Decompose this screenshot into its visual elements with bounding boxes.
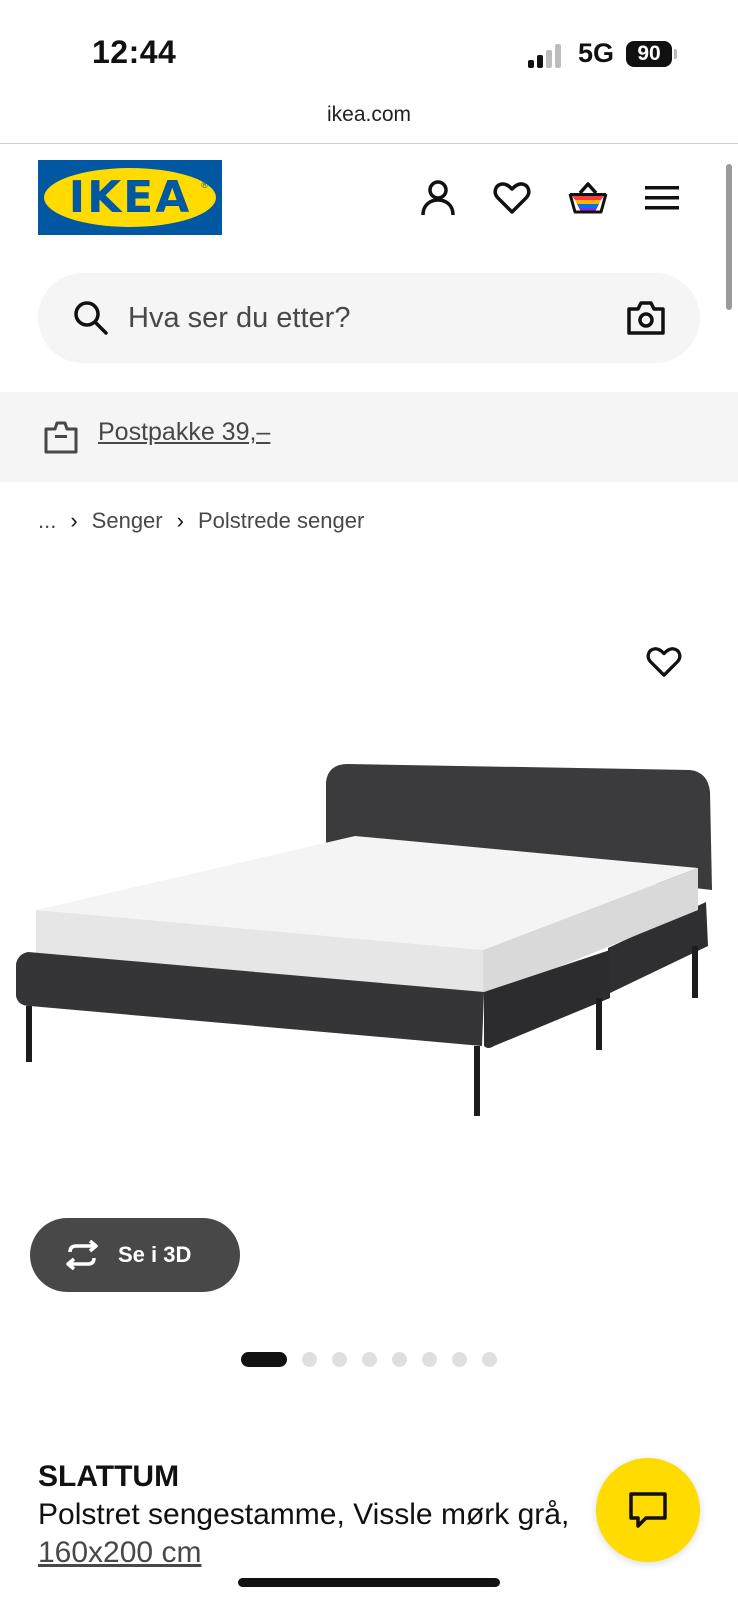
ikea-logo[interactable]: IKEA ®: [38, 160, 222, 235]
search-bar[interactable]: [38, 273, 700, 363]
chat-button[interactable]: [596, 1458, 700, 1562]
network-label: 5G: [578, 38, 615, 68]
camera-icon[interactable]: [626, 299, 666, 337]
see-in-3d-label: Se i 3D: [118, 1242, 192, 1267]
carousel-dot-8[interactable]: [482, 1352, 497, 1367]
menu-icon[interactable]: [640, 176, 684, 220]
status-bar: 12:44 5G 90: [0, 0, 738, 100]
carousel-dot-5[interactable]: [392, 1352, 407, 1367]
carousel-dot-4[interactable]: [362, 1352, 377, 1367]
shipping-link[interactable]: Postpakke 39,–: [98, 418, 270, 447]
breadcrumb-ellipsis[interactable]: ...: [38, 508, 56, 534]
scrollbar[interactable]: [726, 164, 732, 310]
status-time: 12:44: [92, 34, 177, 70]
signal-icon: [528, 44, 561, 68]
carousel-dot-7[interactable]: [452, 1352, 467, 1367]
add-to-wishlist-icon[interactable]: [642, 640, 686, 684]
carousel-dot-2[interactable]: [302, 1352, 317, 1367]
cart-icon[interactable]: [566, 176, 610, 220]
parcel-icon: [44, 421, 78, 454]
shipping-banner[interactable]: Postpakke 39,–: [0, 392, 738, 482]
rotate-3d-icon: [66, 1240, 98, 1270]
see-in-3d-button[interactable]: Se i 3D: [30, 1218, 240, 1292]
chat-icon: [629, 1492, 667, 1528]
breadcrumb-item-senger[interactable]: Senger: [92, 508, 163, 534]
product-size-link[interactable]: 160x200 cm: [38, 1536, 201, 1570]
carousel-dot-3[interactable]: [332, 1352, 347, 1367]
home-indicator: [238, 1578, 500, 1587]
breadcrumb-item-polstrede-senger[interactable]: Polstrede senger: [198, 508, 364, 534]
battery-icon: 90: [626, 41, 672, 67]
chevron-right-icon: ›: [176, 508, 184, 533]
search-icon: [74, 301, 108, 335]
carousel-dot-1[interactable]: [241, 1352, 287, 1367]
wishlist-icon[interactable]: [490, 176, 534, 220]
product-image[interactable]: [10, 750, 728, 1150]
carousel-dot-6[interactable]: [422, 1352, 437, 1367]
battery-cap: [674, 49, 677, 59]
search-input[interactable]: [128, 293, 578, 343]
url-bar[interactable]: ikea.com: [0, 100, 738, 144]
account-icon[interactable]: [416, 176, 460, 220]
logo-text: IKEA: [68, 172, 192, 223]
breadcrumb: ... › Senger › Polstrede senger: [38, 508, 364, 534]
logo-registered-mark: ®: [201, 180, 208, 190]
product-name: SLATTUM: [38, 1460, 180, 1493]
chevron-right-icon: ›: [70, 508, 78, 533]
product-description: Polstret sengestamme, Vissle mørk grå,: [38, 1498, 570, 1531]
carousel-pagination: [241, 1352, 512, 1367]
